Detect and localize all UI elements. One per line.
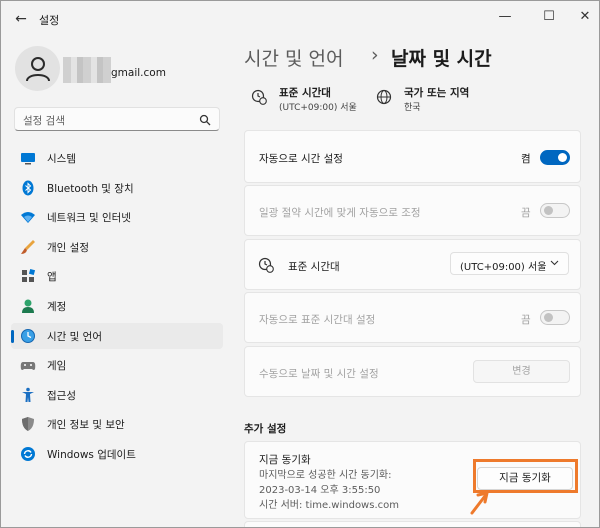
search-placeholder: 설정 검색 xyxy=(23,115,65,127)
summary-timezone-title: 표준 시간대 xyxy=(279,87,331,99)
timezone-icon xyxy=(258,257,274,273)
summary-timezone-value: (UTC+09:00) 서울 xyxy=(279,103,357,113)
sidebar-item-personalization[interactable]: 개인 설정 xyxy=(11,234,223,260)
sidebar-item-network[interactable]: 네트워크 및 인터넷 xyxy=(11,204,223,230)
sidebar-item-label: 시간 및 언어 xyxy=(47,330,102,343)
sidebar-item-label: Windows 업데이트 xyxy=(47,448,136,461)
timezone-dropdown[interactable]: (UTC+09:00) 서울 xyxy=(450,252,569,275)
sidebar-nav: 시스템 Bluetooth 및 장치 네트워크 및 인터넷 개인 설정 앱 계정… xyxy=(11,145,223,471)
sync-title: 지금 동기화 xyxy=(259,454,311,466)
sidebar-item-label: 개인 정보 및 보안 xyxy=(47,419,125,432)
search-input[interactable]: 설정 검색 xyxy=(14,107,220,131)
auto-time-card: 자동으로 시간 설정 켬 xyxy=(244,130,581,183)
search-icon xyxy=(199,114,211,126)
sync-last-time: 2023-03-14 오후 3:55:50 xyxy=(259,485,381,496)
auto-timezone-card: 자동으로 표준 시간대 설정 끔 xyxy=(244,292,581,343)
auto-time-state: 켬 xyxy=(521,153,531,165)
sidebar-item-label: 게임 xyxy=(47,360,67,373)
sidebar-item-label: 계정 xyxy=(47,300,67,313)
clock-globe-icon xyxy=(21,328,35,343)
timezone-label: 표준 시간대 xyxy=(288,261,340,273)
change-button[interactable]: 변경 xyxy=(473,360,570,383)
sidebar-item-label: 네트워크 및 인터넷 xyxy=(47,212,131,225)
dst-label: 일광 절약 시간에 맞게 자동으로 조정 xyxy=(259,207,421,219)
shield-icon xyxy=(22,417,34,432)
sidebar-item-accessibility[interactable]: 접근성 xyxy=(11,382,223,408)
minimize-button[interactable]: — xyxy=(485,5,525,29)
gamepad-icon xyxy=(20,362,36,371)
sidebar-item-privacy[interactable]: 개인 정보 및 보안 xyxy=(11,411,223,437)
summary-region-value: 한국 xyxy=(404,103,421,113)
sidebar-item-windows-update[interactable]: Windows 업데이트 xyxy=(11,441,223,467)
sidebar-item-label: Bluetooth 및 장치 xyxy=(47,182,134,195)
summary-region-title: 국가 또는 지역 xyxy=(404,87,470,99)
accessibility-icon xyxy=(22,387,34,402)
sidebar-item-accounts[interactable]: 계정 xyxy=(11,293,223,319)
additional-settings-title: 추가 설정 xyxy=(244,423,287,435)
apps-icon xyxy=(22,269,36,283)
sidebar-item-label: 시스템 xyxy=(47,153,76,165)
person-icon xyxy=(22,299,34,313)
auto-timezone-state: 끔 xyxy=(521,314,531,326)
breadcrumb-separator: › xyxy=(371,44,379,66)
title-bar: ← 설정 — ☐ ✕ xyxy=(1,1,599,35)
sidebar-item-time-language[interactable]: 시간 및 언어 xyxy=(11,322,223,349)
sidebar-item-bluetooth[interactable]: Bluetooth 및 장치 xyxy=(11,175,223,201)
update-icon xyxy=(21,446,35,461)
maximize-button[interactable]: ☐ xyxy=(529,5,569,29)
dst-toggle[interactable] xyxy=(540,203,570,218)
sidebar-item-system[interactable]: 시스템 xyxy=(11,145,223,171)
page-title: 날짜 및 시간 xyxy=(391,48,492,70)
bluetooth-icon xyxy=(22,180,34,196)
dst-state: 끔 xyxy=(521,207,531,219)
settings-window: ← 설정 — ☐ ✕ gmail.com 설정 검색 시스템 Bluetooth… xyxy=(0,0,600,528)
avatar[interactable] xyxy=(15,46,60,91)
auto-timezone-toggle[interactable] xyxy=(540,310,570,325)
auto-timezone-label: 자동으로 표준 시간대 설정 xyxy=(259,314,376,326)
next-card-edge xyxy=(244,521,581,527)
account-name-blurred xyxy=(63,57,111,83)
manual-time-label: 수동으로 날짜 및 시간 설정 xyxy=(259,368,379,380)
sidebar-item-label: 접근성 xyxy=(47,389,76,402)
sync-last-label: 마지막으로 성공한 시간 동기화: xyxy=(259,470,392,481)
auto-time-label: 자동으로 시간 설정 xyxy=(259,153,343,165)
app-title: 설정 xyxy=(39,14,60,27)
globe-icon xyxy=(376,89,392,105)
back-arrow-icon[interactable]: ← xyxy=(13,11,29,27)
active-indicator xyxy=(11,329,14,343)
sidebar-item-gaming[interactable]: 게임 xyxy=(11,352,223,378)
dst-card: 일광 절약 시간에 맞게 자동으로 조정 끔 xyxy=(244,185,581,236)
breadcrumb-parent[interactable]: 시간 및 언어 xyxy=(244,44,343,71)
wifi-icon xyxy=(21,212,35,224)
manual-time-card: 수동으로 날짜 및 시간 설정 변경 xyxy=(244,346,581,397)
sidebar-item-apps[interactable]: 앱 xyxy=(11,263,223,289)
timezone-icon xyxy=(251,89,267,105)
sync-server: 시간 서버: time.windows.com xyxy=(259,500,399,511)
close-button[interactable]: ✕ xyxy=(565,5,599,29)
sidebar-item-label: 앱 xyxy=(47,271,57,284)
person-icon xyxy=(26,57,50,82)
arrow-annotation-icon xyxy=(470,491,489,515)
auto-time-toggle[interactable] xyxy=(540,150,570,165)
timezone-card: 표준 시간대 (UTC+09:00) 서울 xyxy=(244,239,581,290)
brush-icon xyxy=(21,239,35,254)
sidebar-item-label: 개인 설정 xyxy=(47,241,89,254)
chevron-down-icon xyxy=(550,260,559,266)
monitor-icon xyxy=(21,153,35,165)
account-email: gmail.com xyxy=(111,67,166,79)
timezone-dropdown-value: (UTC+09:00) 서울 xyxy=(460,262,547,273)
